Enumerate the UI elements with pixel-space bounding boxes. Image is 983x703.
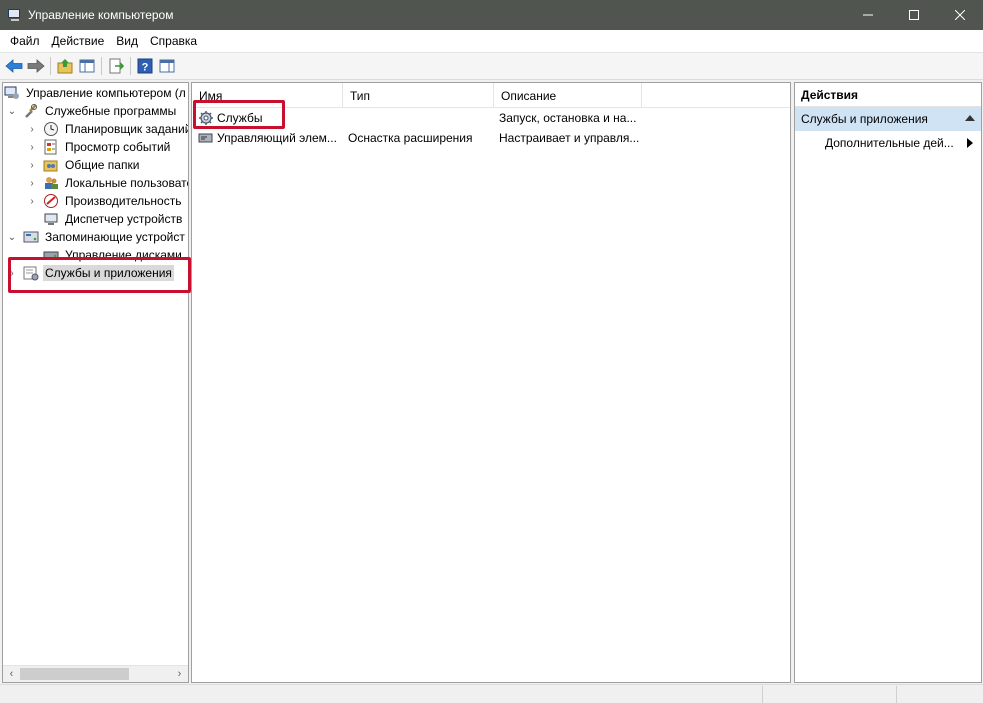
back-button[interactable] xyxy=(3,55,25,77)
minimize-button[interactable] xyxy=(845,0,891,30)
svg-text:?: ? xyxy=(142,62,149,74)
chevron-right-icon[interactable]: › xyxy=(27,120,37,138)
show-hide-tree-button[interactable] xyxy=(76,55,98,77)
tree-item-label: Запоминающие устройст xyxy=(45,230,185,244)
tree-item-label: Производительность xyxy=(65,194,182,208)
minimize-icon xyxy=(863,14,873,16)
close-button[interactable] xyxy=(937,0,983,30)
close-icon xyxy=(955,10,965,20)
scroll-left-icon[interactable]: ‹ xyxy=(3,666,20,682)
properties-icon xyxy=(159,59,175,73)
properties-button[interactable] xyxy=(156,55,178,77)
column-header-type[interactable]: Тип xyxy=(343,83,494,108)
highlight-box-tree-services-apps xyxy=(8,257,191,293)
tree-item-label: Планировщик заданий xyxy=(65,122,189,136)
export-list-icon xyxy=(109,58,124,74)
status-bar xyxy=(0,684,983,703)
chevron-right-icon[interactable]: › xyxy=(27,156,37,174)
menu-bar: Файл Действие Вид Справка xyxy=(0,30,983,52)
chevron-right-icon[interactable]: › xyxy=(27,192,37,210)
device-manager-icon xyxy=(43,211,59,227)
chevron-right-icon[interactable]: › xyxy=(27,138,37,156)
tree-item-local-users[interactable]: › Локальные пользовате xyxy=(27,174,189,192)
toolbar-separator xyxy=(101,57,102,75)
window-title: Управление компьютером xyxy=(28,8,174,22)
scrollbar-thumb[interactable] xyxy=(20,668,129,680)
status-divider xyxy=(896,686,897,703)
forward-button[interactable] xyxy=(25,55,47,77)
wmi-control-icon xyxy=(198,130,214,146)
tree-item-storage[interactable]: ⌄ Запоминающие устройст xyxy=(7,228,187,246)
scroll-right-icon[interactable]: › xyxy=(171,666,188,682)
tree-expander-empty xyxy=(27,210,37,228)
menu-action[interactable]: Действие xyxy=(46,31,111,51)
up-level-button[interactable] xyxy=(54,55,76,77)
actions-more-actions[interactable]: Дополнительные дей... xyxy=(825,133,979,153)
tree-item-label: Общие папки xyxy=(65,158,140,172)
tree-item-task-scheduler[interactable]: › Планировщик заданий xyxy=(27,120,189,138)
tree-item-label: Просмотр событий xyxy=(65,140,171,154)
column-header-description[interactable]: Описание xyxy=(494,83,642,108)
forward-arrow-icon xyxy=(27,59,45,73)
storage-icon xyxy=(23,229,39,245)
list-item-description: Запуск, остановка и на... xyxy=(499,111,637,125)
users-icon xyxy=(43,175,59,191)
maximize-icon xyxy=(909,10,919,20)
tree-item-label: Управление компьютером (л xyxy=(26,86,186,100)
event-viewer-icon xyxy=(43,139,59,155)
export-list-button[interactable] xyxy=(105,55,127,77)
menu-view[interactable]: Вид xyxy=(110,31,144,51)
toolbar-separator xyxy=(50,57,51,75)
actions-header: Действия xyxy=(795,83,981,107)
list-item-description: Настраивает и управля... xyxy=(499,131,640,145)
computer-management-icon xyxy=(8,8,22,22)
tree-item-label: Локальные пользовате xyxy=(65,176,189,190)
tree-item-shared-folders[interactable]: › Общие папки xyxy=(27,156,141,174)
console-tree[interactable]: Управление компьютером (л ⌄ Служебные пр… xyxy=(2,82,189,683)
tree-horizontal-scrollbar[interactable]: ‹ › xyxy=(3,665,188,682)
tree-item-label: Диспетчер устройств xyxy=(65,212,183,226)
tree-item-performance[interactable]: › Производительность xyxy=(27,192,183,210)
tree-item-device-manager[interactable]: Диспетчер устройств xyxy=(27,210,184,228)
highlight-box-services xyxy=(193,100,285,129)
tree-item-event-viewer[interactable]: › Просмотр событий xyxy=(27,138,172,156)
actions-pane: Действия Службы и приложения Дополнитель… xyxy=(794,82,982,683)
maximize-button[interactable] xyxy=(891,0,937,30)
menu-help[interactable]: Справка xyxy=(144,31,203,51)
show-hide-tree-icon xyxy=(79,59,95,73)
actions-group-label: Службы и приложения xyxy=(801,112,928,126)
list-item-name: Управляющий элем... xyxy=(217,131,337,145)
toolbar-separator xyxy=(130,57,131,75)
list-item-wmi-control[interactable]: Управляющий элем... Оснастка расширения … xyxy=(192,128,641,148)
performance-icon xyxy=(43,193,59,209)
help-icon: ? xyxy=(137,58,153,74)
status-divider xyxy=(762,686,763,703)
chevron-down-icon[interactable]: ⌄ xyxy=(7,228,17,246)
collapse-up-icon[interactable] xyxy=(965,115,975,121)
actions-group-services-apps[interactable]: Службы и приложения xyxy=(795,107,981,131)
actions-item-label: Дополнительные дей... xyxy=(825,136,954,150)
tools-icon xyxy=(23,103,39,119)
shared-folders-icon xyxy=(43,157,59,173)
up-folder-icon xyxy=(57,59,73,74)
title-bar: Управление компьютером xyxy=(0,0,983,30)
submenu-arrow-icon xyxy=(967,138,973,148)
toolbar: ? xyxy=(0,52,983,80)
menu-file[interactable]: Файл xyxy=(4,31,46,51)
computer-management-icon xyxy=(4,85,20,101)
list-item-type: Оснастка расширения xyxy=(348,131,473,145)
help-button[interactable]: ? xyxy=(134,55,156,77)
chevron-right-icon[interactable]: › xyxy=(27,174,37,192)
clock-icon xyxy=(43,121,59,137)
tree-item-label: Служебные программы xyxy=(45,104,177,118)
chevron-down-icon[interactable]: ⌄ xyxy=(7,102,17,120)
tree-item-computer-management[interactable]: Управление компьютером (л xyxy=(4,84,188,102)
results-list[interactable]: Имя Тип Описание Службы Запуск, остановк… xyxy=(191,82,791,683)
back-arrow-icon xyxy=(5,59,23,73)
tree-item-system-tools[interactable]: ⌄ Служебные программы xyxy=(7,102,178,120)
